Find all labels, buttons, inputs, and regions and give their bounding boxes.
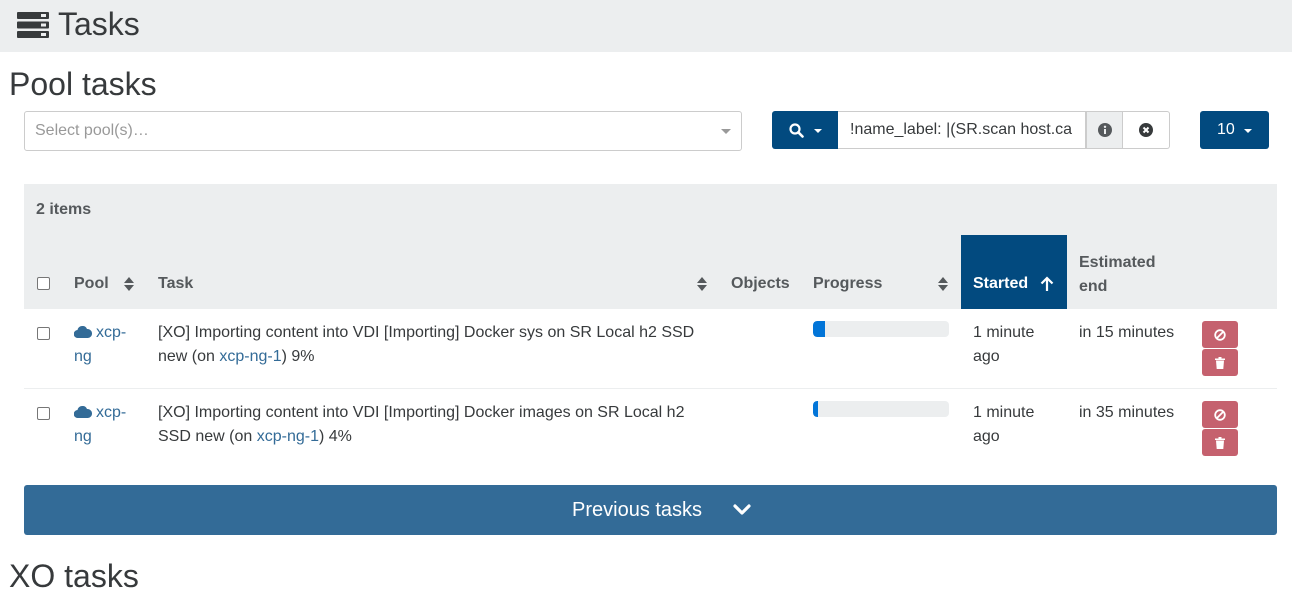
xo-tasks-heading: XO tasks bbox=[9, 558, 139, 594]
tasks-icon bbox=[17, 12, 49, 38]
arrow-up-icon bbox=[1040, 276, 1054, 291]
pool-tasks-heading: Pool tasks bbox=[9, 66, 157, 102]
progress-fill bbox=[813, 321, 826, 337]
page-size-button[interactable]: 10 bbox=[1200, 111, 1269, 149]
progress-fill bbox=[813, 401, 819, 417]
chevron-down-icon bbox=[733, 504, 751, 515]
column-header-started[interactable]: Started bbox=[961, 235, 1067, 309]
select-all-checkbox[interactable] bbox=[37, 277, 50, 290]
caret-down-icon bbox=[1244, 129, 1252, 133]
caret-down-icon bbox=[814, 129, 822, 133]
previous-tasks-label: Previous tasks bbox=[572, 499, 703, 521]
delete-task-button[interactable] bbox=[1202, 429, 1238, 456]
task-progress-text: ) 4% bbox=[318, 428, 352, 445]
host-link[interactable]: xcp-ng-1 bbox=[219, 348, 281, 365]
info-icon bbox=[1097, 123, 1112, 137]
host-link[interactable]: xcp-ng-1 bbox=[257, 428, 319, 445]
ban-icon bbox=[1214, 408, 1226, 421]
search-dropdown-button[interactable] bbox=[772, 111, 838, 149]
previous-tasks-button[interactable]: Previous tasks bbox=[24, 485, 1277, 535]
row-checkbox[interactable] bbox=[37, 327, 50, 340]
estimated-end-value: in 35 minutes bbox=[1079, 404, 1175, 421]
clear-filter-button[interactable] bbox=[1123, 111, 1170, 149]
sort-icon[interactable] bbox=[124, 276, 134, 292]
cancel-task-button[interactable] bbox=[1202, 321, 1238, 348]
column-header-estimated-end: Estimated end bbox=[1079, 254, 1156, 295]
trash-icon bbox=[1215, 436, 1225, 449]
page-size-value: 10 bbox=[1217, 121, 1235, 138]
task-description: [XO] Importing content into VDI [Importi… bbox=[158, 401, 703, 449]
close-circle-icon bbox=[1139, 123, 1153, 137]
trash-icon bbox=[1215, 356, 1225, 369]
column-header-pool[interactable]: Pool bbox=[74, 275, 109, 293]
task-text: [XO] Importing content into VDI [Importi… bbox=[158, 404, 685, 445]
ban-icon bbox=[1214, 328, 1226, 341]
progress-bar bbox=[813, 401, 949, 417]
pool-select[interactable]: Select pool(s)… bbox=[24, 111, 742, 151]
estimated-end-value: in 15 minutes bbox=[1079, 324, 1175, 341]
filter-input[interactable] bbox=[838, 111, 1086, 149]
task-progress-text: ) 9% bbox=[281, 348, 315, 365]
row-divider bbox=[24, 388, 1277, 389]
row-checkbox[interactable] bbox=[37, 407, 50, 420]
items-count: 2 items bbox=[36, 201, 92, 218]
sort-icon[interactable] bbox=[697, 276, 707, 292]
column-header-progress[interactable]: Progress bbox=[813, 275, 882, 293]
top-bar: Tasks bbox=[0, 0, 1292, 52]
chevron-down-icon bbox=[721, 129, 731, 134]
column-header-started-label: Started bbox=[973, 275, 1029, 292]
pool-link[interactable]: xcp-ng bbox=[74, 401, 134, 449]
delete-task-button[interactable] bbox=[1202, 349, 1238, 376]
page-title: Tasks bbox=[58, 6, 140, 42]
started-value: 1 minute ago bbox=[973, 404, 1035, 445]
started-value: 1 minute ago bbox=[973, 324, 1035, 365]
column-header-objects: Objects bbox=[731, 275, 790, 292]
pool-select-placeholder: Select pool(s)… bbox=[35, 122, 149, 139]
column-header-task[interactable]: Task bbox=[158, 275, 193, 293]
cancel-task-button[interactable] bbox=[1202, 401, 1238, 428]
pool-link[interactable]: xcp-ng bbox=[74, 321, 134, 369]
search-icon bbox=[789, 123, 804, 138]
filter-info-button[interactable] bbox=[1086, 111, 1123, 149]
sort-icon[interactable] bbox=[938, 276, 948, 292]
progress-bar bbox=[813, 321, 949, 337]
task-description: [XO] Importing content into VDI [Importi… bbox=[158, 321, 703, 369]
